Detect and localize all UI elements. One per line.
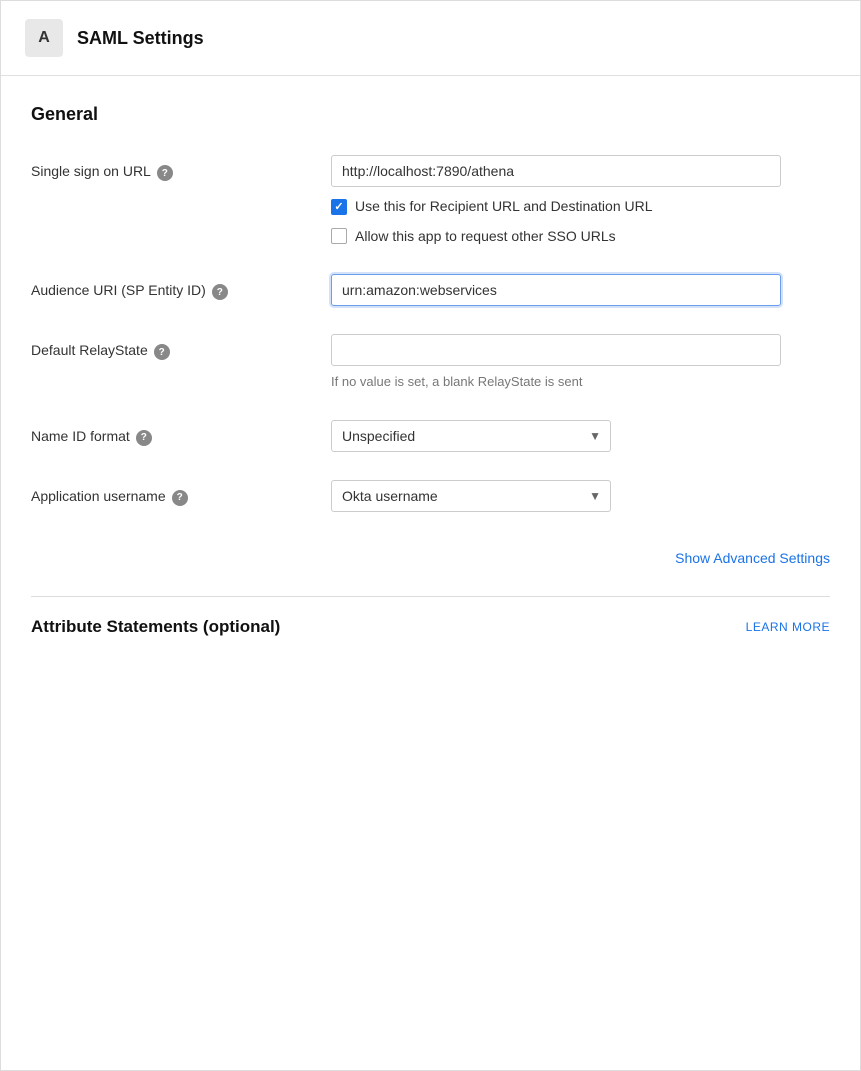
allow-sso-checkbox-label: Allow this app to request other SSO URLs	[355, 227, 616, 247]
name-id-format-help-icon[interactable]: ?	[136, 430, 152, 446]
application-username-field: Okta username Email AD SAM account name …	[331, 480, 830, 512]
single-sign-on-url-row: Single sign on URL ? Use this for Recipi…	[31, 155, 830, 246]
default-relay-state-input[interactable]	[331, 334, 781, 366]
audience-uri-label: Audience URI (SP Entity ID) ?	[31, 274, 331, 300]
attribute-statements-title: Attribute Statements (optional)	[31, 617, 280, 637]
relay-state-helper-text: If no value is set, a blank RelayState i…	[331, 372, 830, 392]
recipient-url-checkbox[interactable]	[331, 199, 347, 215]
allow-sso-checkbox-wrapper[interactable]: Allow this app to request other SSO URLs	[331, 227, 830, 247]
audience-uri-help-icon[interactable]: ?	[212, 284, 228, 300]
learn-more-link[interactable]: LEARN MORE	[746, 620, 830, 634]
page-container: A SAML Settings General Single sign on U…	[0, 0, 861, 1071]
name-id-format-select[interactable]: Unspecified EmailAddress X509SubjectName…	[331, 420, 611, 452]
audience-uri-input[interactable]	[331, 274, 781, 306]
single-sign-on-url-help-icon[interactable]: ?	[157, 165, 173, 181]
general-section-title: General	[31, 104, 830, 125]
name-id-format-field: Unspecified EmailAddress X509SubjectName…	[331, 420, 830, 452]
sso-checkbox-group: Use this for Recipient URL and Destinati…	[331, 197, 830, 246]
default-relay-state-row: Default RelayState ? If no value is set,…	[31, 334, 830, 392]
recipient-url-checkbox-wrapper[interactable]: Use this for Recipient URL and Destinati…	[331, 197, 830, 217]
default-relay-state-help-icon[interactable]: ?	[154, 344, 170, 360]
audience-uri-row: Audience URI (SP Entity ID) ?	[31, 274, 830, 306]
header-icon: A	[25, 19, 63, 57]
application-username-select[interactable]: Okta username Email AD SAM account name …	[331, 480, 611, 512]
audience-uri-field	[331, 274, 830, 306]
allow-sso-checkbox[interactable]	[331, 228, 347, 244]
content-area: General Single sign on URL ? Use this fo…	[1, 76, 860, 675]
recipient-url-checkbox-label: Use this for Recipient URL and Destinati…	[355, 197, 653, 217]
show-advanced-settings-link[interactable]: Show Advanced Settings	[675, 550, 830, 566]
application-username-label: Application username ?	[31, 480, 331, 506]
attribute-statements-header: Attribute Statements (optional) LEARN MO…	[31, 617, 830, 647]
application-username-row: Application username ? Okta username Ema…	[31, 480, 830, 512]
section-divider	[31, 596, 830, 597]
page-header: A SAML Settings	[1, 1, 860, 76]
page-title: SAML Settings	[77, 28, 204, 49]
default-relay-state-field: If no value is set, a blank RelayState i…	[331, 334, 830, 392]
show-advanced-settings-container: Show Advanced Settings	[31, 540, 830, 586]
default-relay-state-label: Default RelayState ?	[31, 334, 331, 360]
name-id-format-label: Name ID format ?	[31, 420, 331, 446]
name-id-format-select-wrapper: Unspecified EmailAddress X509SubjectName…	[331, 420, 611, 452]
application-username-help-icon[interactable]: ?	[172, 490, 188, 506]
application-username-select-wrapper: Okta username Email AD SAM account name …	[331, 480, 611, 512]
single-sign-on-url-field: Use this for Recipient URL and Destinati…	[331, 155, 830, 246]
name-id-format-row: Name ID format ? Unspecified EmailAddres…	[31, 420, 830, 452]
single-sign-on-url-input[interactable]	[331, 155, 781, 187]
single-sign-on-url-label: Single sign on URL ?	[31, 155, 331, 181]
